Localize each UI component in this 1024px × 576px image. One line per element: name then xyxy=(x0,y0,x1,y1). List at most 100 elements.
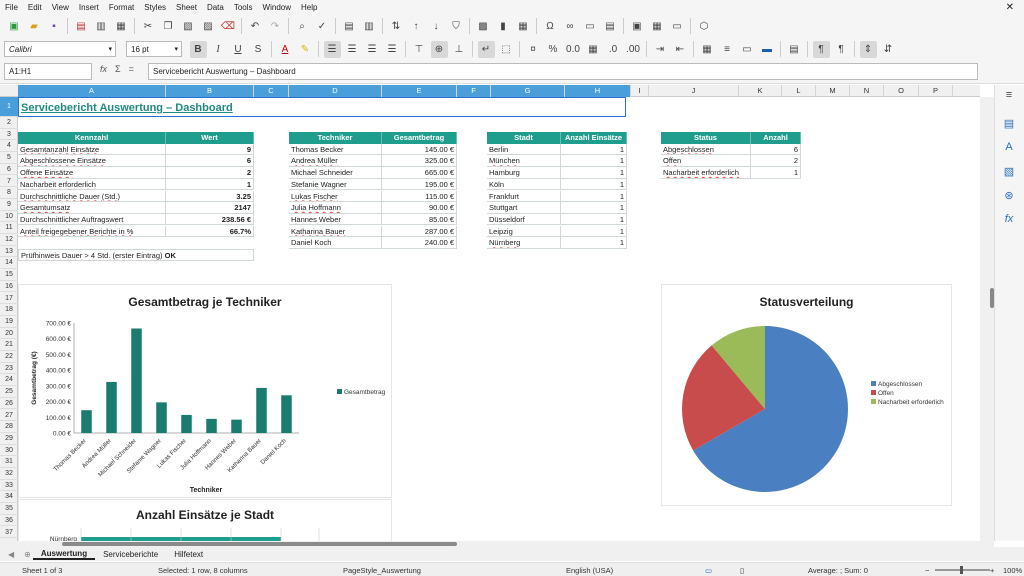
row-header-11[interactable]: 11 xyxy=(0,222,18,234)
stadt-cell[interactable]: 1 xyxy=(561,178,627,191)
row-header-20[interactable]: 20 xyxy=(0,328,18,340)
delete-decimal-icon[interactable]: .00 xyxy=(625,41,642,58)
techniker-cell[interactable]: Thomas Becker xyxy=(289,143,382,156)
stadt-cell[interactable]: Düsseldorf xyxy=(487,213,561,226)
row-header-24[interactable]: 24 xyxy=(0,374,18,387)
stadt-cell[interactable]: 1 xyxy=(561,143,627,156)
row-header-9[interactable]: 9 xyxy=(0,199,18,211)
clone-format-icon[interactable]: ▨ xyxy=(200,18,217,35)
menu-window[interactable]: Window xyxy=(258,3,296,12)
insert-image-icon[interactable]: ▩ xyxy=(475,18,492,35)
row-header-16[interactable]: 16 xyxy=(0,281,18,293)
stadt-cell[interactable]: Leipzig xyxy=(487,225,561,238)
techniker-cell[interactable]: Stefanie Wagner xyxy=(289,178,382,191)
kennzahl-cell[interactable]: 2 xyxy=(166,167,254,179)
techniker-cell[interactable]: Katharina Bauer xyxy=(289,225,382,238)
menu-data[interactable]: Data xyxy=(202,3,229,12)
percent-format-icon[interactable]: % xyxy=(545,41,562,58)
special-character-icon[interactable]: Ω xyxy=(542,18,559,35)
stadt-cell[interactable]: 1 xyxy=(561,167,627,179)
comment-icon[interactable]: ▭ xyxy=(582,18,599,35)
row-header-15[interactable]: 15 xyxy=(0,269,18,281)
tab-serviceberichte[interactable]: Serviceberichte xyxy=(95,550,166,559)
gallery-icon[interactable]: ▧ xyxy=(1001,165,1017,181)
horizontal-scroll-thumb[interactable] xyxy=(62,542,457,546)
align-top-icon[interactable]: ⊤ xyxy=(411,41,428,58)
column-header-d[interactable]: D xyxy=(289,85,382,97)
undo-icon[interactable]: ↶ xyxy=(247,18,264,35)
row-header-13[interactable]: 13 xyxy=(0,246,18,258)
row-header-14[interactable]: 14 xyxy=(0,257,18,270)
row-header-26[interactable]: 26 xyxy=(0,398,18,410)
border-style-icon[interactable]: ≡ xyxy=(719,41,736,58)
column-header-l[interactable]: L xyxy=(782,85,816,97)
save-icon[interactable]: ▪ xyxy=(46,18,63,35)
menu-tools[interactable]: Tools xyxy=(229,3,258,12)
add-sheet-icon[interactable]: ⊕ xyxy=(22,550,33,559)
merge-center-icon[interactable]: ⬚ xyxy=(498,41,515,58)
stadt-cell[interactable]: 1 xyxy=(561,213,627,226)
row-header-2[interactable]: 2 xyxy=(0,117,18,129)
zoom-out-icon[interactable]: − xyxy=(925,566,929,575)
hyperlink-icon[interactable]: ∞ xyxy=(562,18,579,35)
row-icon[interactable]: ▤ xyxy=(341,18,358,35)
vertical-text-icon[interactable]: ⇵ xyxy=(880,41,897,58)
techniker-cell[interactable]: 240.00 € xyxy=(382,237,457,249)
techniker-cell[interactable]: 287.00 € xyxy=(382,225,457,238)
styles-icon[interactable]: A xyxy=(1001,141,1017,157)
cut-icon[interactable]: ✂ xyxy=(140,18,157,35)
function-wizard-icon[interactable]: fx xyxy=(100,64,107,74)
row-header-34[interactable]: 34 xyxy=(0,491,18,504)
align-left-icon[interactable]: ☰ xyxy=(323,40,341,58)
status-cell[interactable]: Abgeschlossen xyxy=(661,143,751,156)
row-header-30[interactable]: 30 xyxy=(0,445,18,457)
kennzahl-cell[interactable]: Durchschnittlicher Auftragswert xyxy=(18,213,166,226)
menu-help[interactable]: Help xyxy=(296,3,322,12)
stadt-cell[interactable]: Berlin xyxy=(487,143,561,156)
align-right-icon[interactable]: ☰ xyxy=(364,41,381,58)
highlight-color-icon[interactable]: ✎ xyxy=(297,41,314,58)
stadt-cell[interactable]: 1 xyxy=(561,202,627,214)
italic-icon[interactable]: I xyxy=(210,41,227,58)
font-size-combo[interactable]: 16 pt ▾ xyxy=(126,41,182,57)
row-header-37[interactable]: 37 xyxy=(0,527,18,539)
menu-format[interactable]: Format xyxy=(104,3,139,12)
stadt-cell[interactable]: Hamburg xyxy=(487,167,561,179)
bold-icon[interactable]: B xyxy=(189,40,207,58)
stadt-cell[interactable]: Köln xyxy=(487,178,561,191)
tab-hilfetext[interactable]: Hilfetext xyxy=(166,550,211,559)
stadt-cell[interactable]: Nürnberg xyxy=(487,237,561,249)
row-header-21[interactable]: 21 xyxy=(0,339,18,351)
decrease-indent-icon[interactable]: ⇤ xyxy=(672,41,689,58)
status-cell[interactable]: Offen xyxy=(661,155,751,167)
techniker-cell[interactable]: 90.00 € xyxy=(382,202,457,214)
sort-ascending-icon[interactable]: ↑ xyxy=(408,18,425,35)
stadt-header-1[interactable]: Anzahl Einsätze xyxy=(561,132,627,144)
stadt-cell[interactable]: 1 xyxy=(561,190,627,202)
copy-icon[interactable]: ❐ xyxy=(160,18,177,35)
navigator-icon[interactable]: ⊛ xyxy=(1001,189,1017,205)
kennzahl-cell[interactable]: 238.56 € xyxy=(166,213,254,226)
status-header-0[interactable]: Status xyxy=(661,132,751,144)
column-header-e[interactable]: E xyxy=(382,85,457,97)
techniker-cell[interactable]: Julia Hoffmann xyxy=(289,202,382,214)
tab-auswertung[interactable]: Auswertung xyxy=(32,549,96,560)
row-header-6[interactable]: 6 xyxy=(0,164,18,176)
techniker-cell[interactable]: 665.00 € xyxy=(382,167,457,179)
column-header-j[interactable]: J xyxy=(649,85,739,97)
kennzahl-cell[interactable]: 3.25 xyxy=(166,190,254,202)
define-print-area-icon[interactable]: ▣ xyxy=(629,18,646,35)
borders-icon[interactable]: ▦ xyxy=(699,41,716,58)
selection-mode-icon[interactable]: ▭ xyxy=(705,566,712,575)
freeze-rows-columns-icon[interactable]: ▦ xyxy=(649,18,666,35)
find-replace-icon[interactable]: ⌕ xyxy=(294,18,311,35)
row-header-33[interactable]: 33 xyxy=(0,480,18,492)
kennzahl-cell[interactable]: Gesamtumsatz xyxy=(18,202,166,214)
page-style[interactable]: PageStyle_Auswertung xyxy=(343,566,421,575)
stadt-header-0[interactable]: Stadt xyxy=(487,132,561,144)
column-header-m[interactable]: M xyxy=(816,85,850,97)
sort-icon[interactable]: ⇅ xyxy=(388,18,405,35)
formula-input[interactable]: Servicebericht Auswertung – Dashboard xyxy=(148,63,978,80)
status-pie-chart[interactable]: Statusverteilung Abgeschlossen Offen Nacha… xyxy=(661,284,952,506)
techniker-cell[interactable]: Lukas Fischer xyxy=(289,190,382,202)
